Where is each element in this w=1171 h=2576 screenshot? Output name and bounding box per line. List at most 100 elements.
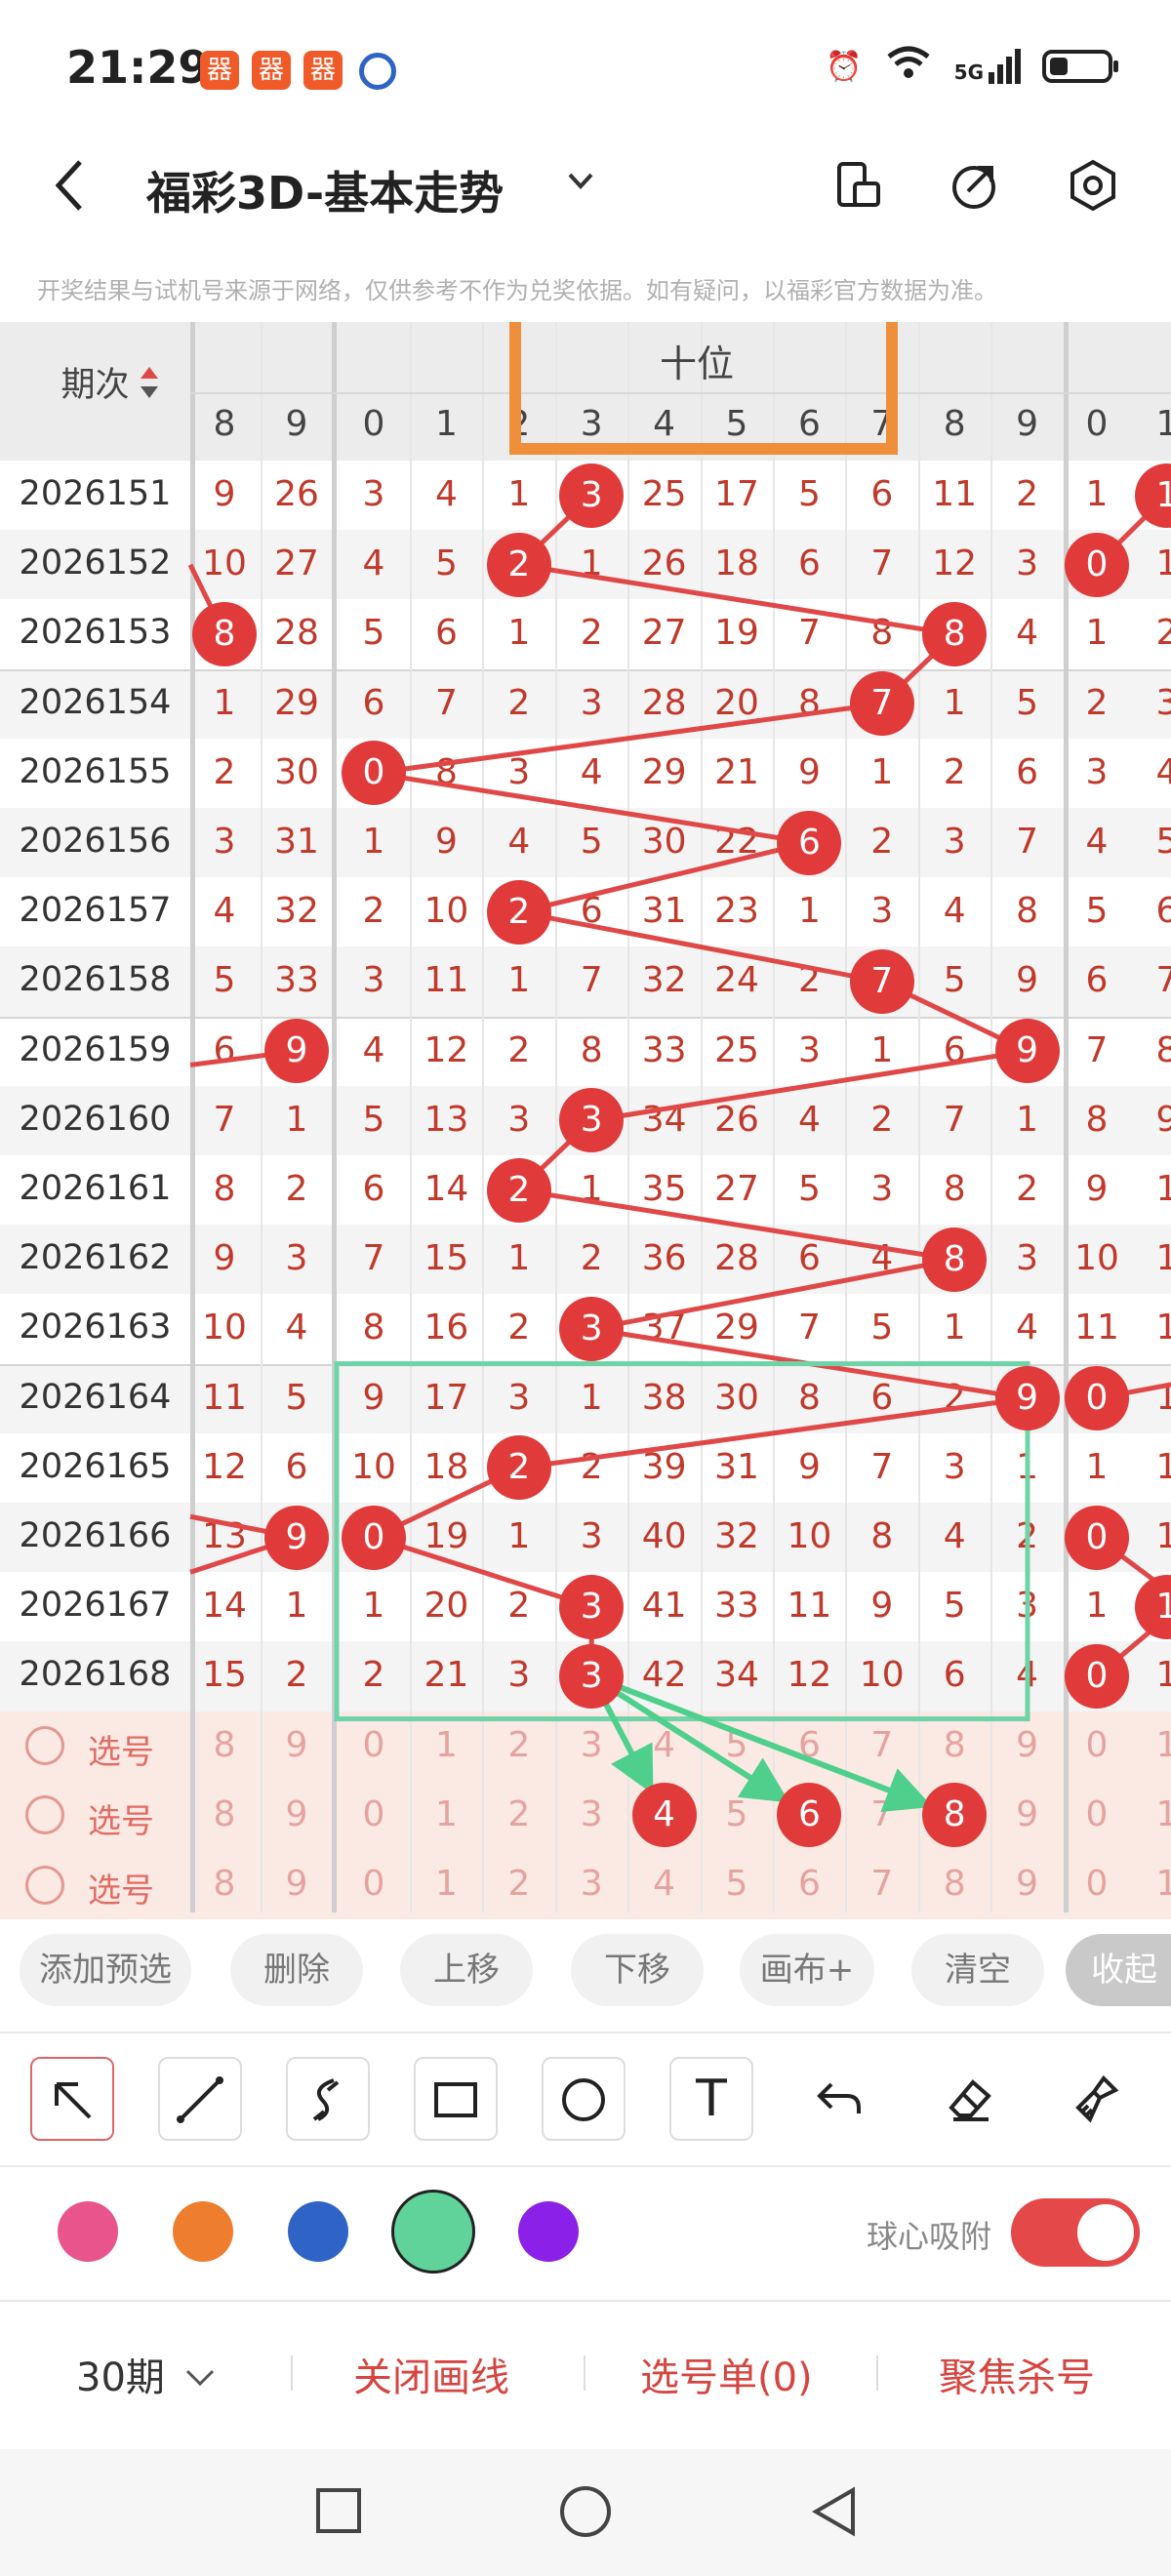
pick-number[interactable]: 3 <box>555 1725 627 1765</box>
pick-number[interactable]: 1 <box>410 1794 482 1834</box>
rectangle-tool[interactable] <box>414 2057 498 2141</box>
pick-number[interactable]: 0 <box>1061 1864 1133 1904</box>
pick-number[interactable]: 8 <box>188 1864 261 1904</box>
pick-number[interactable]: 9 <box>261 1725 333 1765</box>
hit-ball: 9 <box>264 1505 329 1570</box>
move-down-button[interactable]: 下移 <box>571 1934 704 2006</box>
focus-kill-button[interactable]: 聚焦杀号 <box>939 2346 1095 2402</box>
miss-count: 16 <box>424 1308 469 1348</box>
pick-number[interactable]: 9 <box>991 1794 1064 1834</box>
pick-number[interactable]: 4 <box>628 1864 701 1904</box>
settings-icon[interactable] <box>1066 158 1120 213</box>
color-swatch[interactable] <box>173 2201 233 2262</box>
picked-ball[interactable]: 4 <box>631 1783 697 1848</box>
pick-number[interactable]: 1 <box>1131 1725 1171 1765</box>
pick-number[interactable]: 9 <box>991 1725 1064 1765</box>
color-swatch[interactable] <box>391 2190 475 2274</box>
circle-tool[interactable] <box>542 2057 626 2141</box>
pick-number[interactable]: 0 <box>338 1864 410 1904</box>
pick-number[interactable]: 9 <box>261 1864 333 1904</box>
pick-radio[interactable] <box>25 1726 64 1766</box>
share-icon[interactable] <box>947 158 1001 213</box>
close-lines-button[interactable]: 关闭画线 <box>353 2346 509 2402</box>
period-select[interactable]: 30期 <box>76 2346 217 2402</box>
pick-number[interactable]: 8 <box>188 1794 261 1834</box>
pick-number[interactable]: 0 <box>338 1725 410 1765</box>
miss-count: 17 <box>714 474 759 514</box>
snap-center-toggle[interactable] <box>1011 2198 1140 2267</box>
miss-count: 42 <box>641 1655 687 1696</box>
pick-number[interactable]: 0 <box>338 1794 410 1834</box>
color-swatch[interactable] <box>288 2201 348 2262</box>
text-tool[interactable]: T <box>669 2057 753 2141</box>
color-swatch[interactable] <box>518 2201 579 2262</box>
pick-list-button[interactable]: 选号单(0) <box>640 2346 813 2402</box>
hit-ball: 2 <box>486 879 551 945</box>
miss-count: 2 <box>870 822 894 862</box>
collapse-button[interactable]: 收起 <box>1066 1934 1171 2006</box>
miss-count: 2 <box>943 1377 966 1418</box>
eraser-icon[interactable] <box>927 2057 1011 2141</box>
color-swatch[interactable] <box>58 2201 118 2262</box>
pick-number[interactable]: 4 <box>628 1725 701 1765</box>
undo-icon[interactable] <box>797 2057 881 2141</box>
sort-icon[interactable] <box>139 363 160 406</box>
page-title[interactable]: 福彩3D-基本走势 <box>146 158 504 222</box>
miss-count: 5 <box>1016 682 1039 723</box>
pick-number[interactable]: 3 <box>555 1864 627 1904</box>
pick-number[interactable]: 0 <box>1061 1794 1133 1834</box>
miss-count: 34 <box>714 1655 759 1696</box>
home-button[interactable] <box>558 2484 613 2543</box>
orientation-icon[interactable] <box>829 158 884 213</box>
pick-number[interactable]: 7 <box>846 1794 918 1834</box>
pick-number[interactable]: 9 <box>261 1794 333 1834</box>
pick-number[interactable]: 8 <box>918 1864 990 1904</box>
pick-number[interactable]: 7 <box>846 1725 918 1765</box>
recents-button[interactable] <box>314 2486 363 2539</box>
pick-number[interactable]: 1 <box>410 1725 482 1765</box>
delete-button[interactable]: 删除 <box>230 1934 363 2006</box>
miss-count: 3 <box>870 891 894 932</box>
period-cell: 2026153 <box>19 613 172 653</box>
freehand-tool[interactable] <box>286 2057 370 2141</box>
brush-clear-icon[interactable] <box>1054 2057 1138 2141</box>
canvas-add-button[interactable]: 画布+ <box>740 1934 874 2006</box>
pick-number[interactable]: 9 <box>991 1864 1064 1904</box>
miss-count: 2 <box>870 1099 894 1140</box>
pick-number[interactable]: 3 <box>555 1794 627 1834</box>
pick-number[interactable]: 7 <box>846 1864 918 1904</box>
pick-number[interactable]: 2 <box>483 1725 555 1765</box>
pick-number[interactable]: 8 <box>918 1725 990 1765</box>
pick-number[interactable]: 1 <box>410 1864 482 1904</box>
chevron-down-icon[interactable] <box>564 162 597 207</box>
pick-number[interactable]: 2 <box>483 1864 555 1904</box>
pick-number[interactable]: 1 <box>1131 1864 1171 1904</box>
miss-count: 4 <box>213 891 236 932</box>
miss-count: 4 <box>943 1516 966 1556</box>
add-preselect-button[interactable]: 添加预选 <box>20 1934 191 2006</box>
back-button[interactable] <box>49 154 88 232</box>
pick-number[interactable]: 5 <box>701 1725 773 1765</box>
pick-number[interactable]: 8 <box>188 1725 261 1765</box>
miss-count: 31 <box>641 891 687 932</box>
miss-count: 1 <box>285 1099 308 1140</box>
line-tool[interactable] <box>158 2057 242 2141</box>
pick-number[interactable]: 6 <box>773 1864 845 1904</box>
pick-number[interactable]: 5 <box>701 1794 773 1834</box>
pick-number[interactable]: 2 <box>483 1794 555 1834</box>
miss-count: 27 <box>274 543 319 584</box>
pick-number[interactable]: 1 <box>1131 1794 1171 1834</box>
period-header[interactable]: 期次 <box>0 357 190 407</box>
miss-count: 6 <box>285 1446 308 1487</box>
pick-number[interactable]: 0 <box>1061 1725 1133 1765</box>
miss-count: 5 <box>434 543 458 584</box>
pick-number[interactable]: 6 <box>773 1725 845 1765</box>
pick-number[interactable]: 5 <box>701 1864 773 1904</box>
move-up-button[interactable]: 上移 <box>400 1934 533 2006</box>
miss-count: 4 <box>1155 751 1171 792</box>
pick-radio[interactable] <box>25 1865 64 1905</box>
miss-count: 8 <box>1155 1029 1171 1070</box>
clear-button[interactable]: 清空 <box>911 1934 1044 2006</box>
back-nav-button[interactable] <box>808 2484 861 2543</box>
select-arrow-tool[interactable] <box>30 2057 114 2141</box>
